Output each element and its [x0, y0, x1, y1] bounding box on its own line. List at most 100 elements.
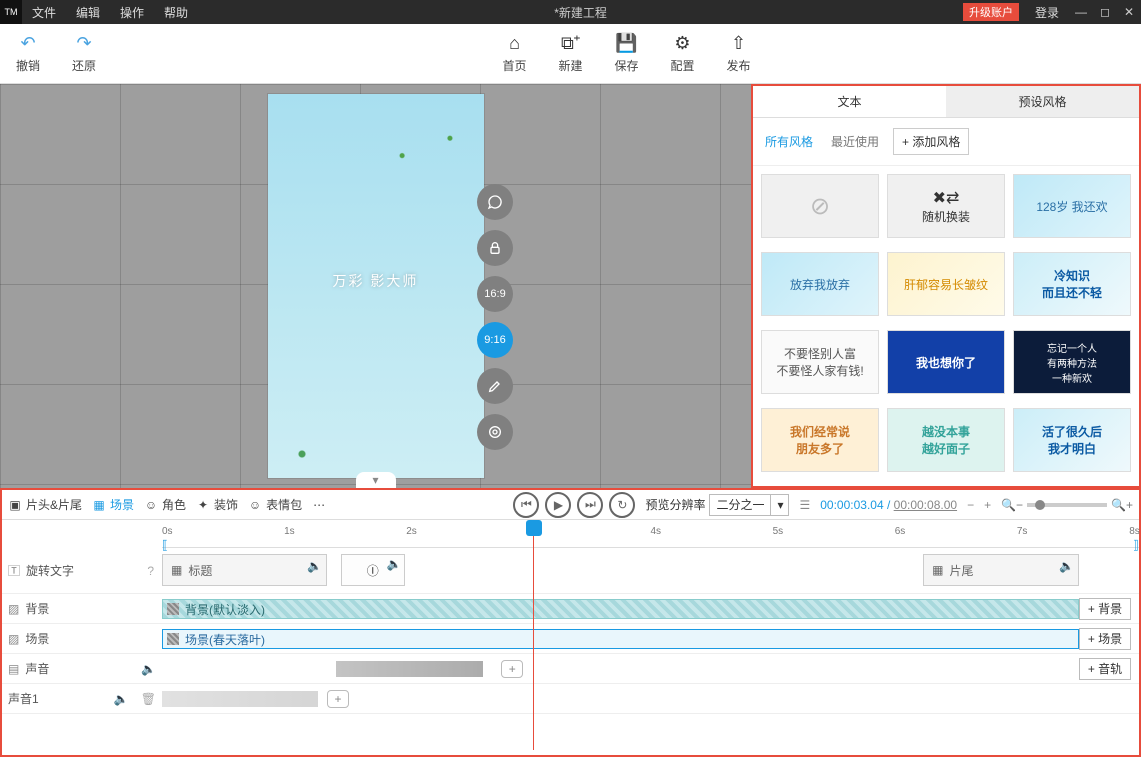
menu-help[interactable]: 帮助	[154, 0, 198, 24]
add-bg-button[interactable]: + 背景	[1079, 598, 1131, 620]
style-card[interactable]: 活了很久后 我才明白	[1013, 408, 1131, 472]
add-style-button[interactable]: + 添加风格	[893, 128, 969, 155]
gear-icon: ⚙	[655, 33, 711, 57]
prev-frame-button[interactable]: ⏮	[513, 492, 539, 518]
title-clip-label: 标题	[188, 562, 212, 579]
text-cursor-clip[interactable]: Ⓘ 🔈	[341, 554, 405, 586]
help-icon[interactable]: ?	[147, 564, 154, 578]
mute-icon[interactable]: 🔈	[307, 559, 322, 573]
mute-icon[interactable]: 🔈	[387, 557, 402, 571]
upgrade-button[interactable]: 升级账户	[963, 3, 1019, 21]
tick: 2s	[406, 526, 417, 537]
resolution-select[interactable]: 二分之一 ▾	[709, 494, 789, 516]
tab-roles[interactable]: ☺角色	[144, 496, 186, 513]
speaker-icon[interactable]: 🔈	[141, 662, 156, 676]
login-button[interactable]: 登录	[1025, 0, 1069, 24]
settings-tool-icon[interactable]	[477, 414, 513, 450]
style-card[interactable]: 肝郁容易长皱纹	[887, 252, 1005, 316]
next-frame-button[interactable]: ⏭	[577, 492, 603, 518]
audio-wave[interactable]	[336, 661, 483, 677]
style-card[interactable]: 我也想你了	[887, 330, 1005, 394]
row-scene-label: 场景	[25, 630, 49, 647]
trash-icon[interactable]: 🗑	[141, 692, 156, 706]
minimize-button[interactable]: —	[1069, 5, 1093, 19]
range-end-icon[interactable]: ⟧	[1133, 538, 1139, 552]
decor-icon: ✦	[196, 498, 210, 512]
style-card[interactable]: 越没本事 越好面子	[887, 408, 1005, 472]
audio-wave[interactable]	[162, 691, 318, 707]
emoji-icon: ☺	[248, 498, 262, 512]
tab-titles[interactable]: ▣片头&片尾	[8, 496, 82, 513]
time-minus[interactable]: −	[967, 498, 974, 512]
ratio-916-button[interactable]: 9:16	[477, 322, 513, 358]
menu-edit[interactable]: 编辑	[66, 0, 110, 24]
canvas-expand-handle[interactable]: ▾	[356, 472, 396, 488]
add-sound-inline[interactable]: +	[501, 660, 523, 678]
edit-tool-icon[interactable]	[477, 368, 513, 404]
style-none[interactable]: ⊘	[761, 174, 879, 238]
play-button[interactable]: ▶	[545, 492, 571, 518]
timeline-time[interactable]: 00:00:03.04 / 00:00:08.00	[820, 498, 957, 512]
preview-frame[interactable]: 万彩 影大师	[268, 94, 484, 478]
mute-icon[interactable]: 🔈	[1059, 559, 1074, 573]
canvas-area[interactable]: 万彩 影大师 16:9 9:16 ▾	[0, 84, 751, 488]
timeline-ruler[interactable]: 0s 1s 2s 3s 4s 5s 6s 7s 8s ⟦ ⟧	[162, 520, 1139, 548]
chat-tool-icon[interactable]	[477, 184, 513, 220]
zoom-slider[interactable]	[1027, 503, 1107, 507]
tab-preset-style[interactable]: 预设风格	[946, 86, 1139, 117]
layers-icon[interactable]: ☰	[799, 498, 810, 512]
tail-clip[interactable]: ▦ 片尾 🔈	[923, 554, 1079, 586]
close-button[interactable]: ✕	[1117, 5, 1141, 19]
bg-clip[interactable]: 背景(默认淡入)	[162, 599, 1079, 619]
speaker-icon[interactable]: 🔈	[114, 692, 129, 706]
resolution-label: 预览分辨率	[645, 496, 705, 513]
loop-button[interactable]: ↻	[609, 492, 635, 518]
tab-scenes[interactable]: ▦场景	[92, 496, 134, 513]
resolution-value: 二分之一	[710, 495, 770, 515]
filter-all-styles[interactable]: 所有风格	[761, 131, 817, 152]
style-card[interactable]: 放弃我放弃	[761, 252, 879, 316]
style-card[interactable]: 不要怪别人富 不要怪人家有钱!	[761, 330, 879, 394]
redo-button[interactable]: ↷ 还原	[56, 33, 112, 74]
zoom-out-icon[interactable]: 🔍−	[1001, 498, 1023, 512]
time-plus[interactable]: +	[984, 498, 991, 512]
row-sound-label: 声音	[25, 660, 49, 677]
maximize-button[interactable]: ◻	[1093, 5, 1117, 19]
title-clip[interactable]: ▦ 标题 🔈	[162, 554, 327, 586]
scene-clip[interactable]: 场景(春天落叶)	[162, 629, 1079, 649]
style-card[interactable]: 忘记一个人 有两种方法 一种新欢	[1013, 330, 1131, 394]
tab-decor[interactable]: ✦装饰	[196, 496, 238, 513]
config-button[interactable]: ⚙ 配置	[655, 33, 711, 74]
lock-tool-icon[interactable]	[477, 230, 513, 266]
publish-label: 发布	[711, 57, 767, 74]
home-button[interactable]: ⌂ 首页	[487, 33, 543, 74]
style-grid: ⊘ ✖⇄随机换装 128岁 我还欢 放弃我放弃 肝郁容易长皱纹 冷知识 而且还不…	[753, 166, 1139, 486]
playhead[interactable]	[533, 520, 534, 750]
style-card[interactable]: 冷知识 而且还不轻	[1013, 252, 1131, 316]
new-button[interactable]: ⧉⁺ 新建	[543, 33, 599, 74]
shuffle-icon: ✖⇄	[922, 188, 970, 208]
ratio-169-button[interactable]: 16:9	[477, 276, 513, 312]
style-card[interactable]: 我们经常说 朋友多了	[761, 408, 879, 472]
save-button[interactable]: 💾 保存	[599, 33, 655, 74]
right-panel: 文本 预设风格 所有风格 最近使用 + 添加风格 ⊘ ✖⇄随机换装 128岁 我…	[751, 84, 1141, 488]
more-icon: ⋯	[312, 498, 326, 512]
add-track-button[interactable]: + 音轨	[1079, 658, 1131, 680]
home-label: 首页	[487, 57, 543, 74]
menu-action[interactable]: 操作	[110, 0, 154, 24]
new-label: 新建	[543, 57, 599, 74]
add-sound-inline[interactable]: +	[327, 690, 349, 708]
publish-button[interactable]: ⇧ 发布	[711, 33, 767, 74]
scene-clip-label: 场景(春天落叶)	[185, 631, 265, 648]
add-scene-button[interactable]: + 场景	[1079, 628, 1131, 650]
zoom-in-icon[interactable]: 🔍+	[1111, 498, 1133, 512]
style-random[interactable]: ✖⇄随机换装	[887, 174, 1005, 238]
filter-recent[interactable]: 最近使用	[827, 131, 883, 152]
undo-button[interactable]: ↶ 撤销	[0, 33, 56, 74]
menu-file[interactable]: 文件	[22, 0, 66, 24]
bg-clip-label: 背景(默认淡入)	[185, 601, 265, 618]
tab-text[interactable]: 文本	[753, 86, 946, 117]
tab-emoji[interactable]: ☺表情包	[248, 496, 302, 513]
style-card[interactable]: 128岁 我还欢	[1013, 174, 1131, 238]
tab-more[interactable]: ⋯	[312, 498, 326, 512]
